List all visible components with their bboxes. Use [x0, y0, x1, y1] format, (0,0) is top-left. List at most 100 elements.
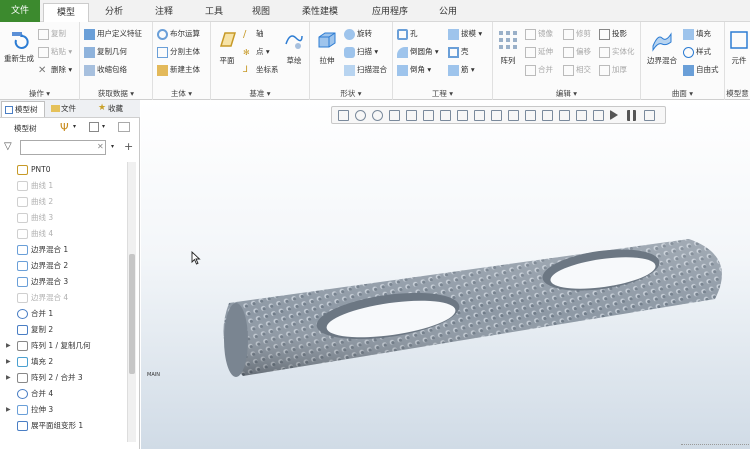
graphics-window[interactable]: MAIN	[141, 100, 750, 449]
extrude-button[interactable]: 拉伸	[313, 28, 341, 66]
boundary-blend-button[interactable]: 边界混合	[644, 28, 680, 66]
fill-button[interactable]: 填充	[683, 27, 711, 41]
tree-item-label: 曲线 1	[31, 181, 54, 190]
mirror-button[interactable]: 镜像	[525, 27, 553, 41]
chevron-down-icon[interactable]: ▾	[111, 143, 114, 150]
menu-tab-file[interactable]: 文件	[0, 0, 40, 22]
pattern-button[interactable]: 阵列	[496, 28, 520, 66]
scrollbar-thumb[interactable]	[129, 254, 135, 374]
regenerate-button[interactable]: 重新生成	[2, 26, 36, 64]
menu-tab-model[interactable]: 模型	[43, 3, 89, 22]
filter-input[interactable]	[20, 140, 106, 155]
menu-tab-view[interactable]: 视图	[241, 3, 281, 22]
menu-tab-applications[interactable]: 应用程序	[360, 3, 420, 22]
tab-favorites[interactable]: ★ 收藏	[95, 101, 139, 117]
ribbon-group-label[interactable]: 获取数据 ▾	[80, 88, 152, 99]
point-button[interactable]: ✻ 点 ▾	[243, 45, 270, 59]
ribbon-group-label[interactable]: 操作 ▾	[0, 88, 79, 99]
udf-button[interactable]: 用户定义特征	[84, 27, 142, 41]
tab-folder-browser[interactable]: 文件	[48, 101, 92, 117]
ribbon-group-label[interactable]: 编辑 ▾	[493, 88, 640, 99]
ribbon: 重新生成 复制 粘贴 ▾ ✕ 删除 ▾ 操作 ▾ 用户定义特征 复制几何 收缩包络…	[0, 22, 750, 100]
tree-settings-icon[interactable]: Ψ	[60, 121, 70, 134]
add-icon[interactable]: +	[124, 140, 133, 153]
split-body-button[interactable]: 分割主体	[157, 45, 200, 59]
freestyle-label: 自由式	[696, 65, 719, 74]
tree-item[interactable]: 展平面组变形 1	[0, 418, 128, 434]
round-button[interactable]: 倒圆角 ▾	[397, 45, 439, 59]
swept-blend-button[interactable]: 扫描混合	[344, 63, 387, 77]
solidify-button[interactable]: 实体化	[599, 45, 635, 59]
tree-item[interactable]: 合并 4	[0, 386, 128, 402]
axis-button[interactable]: / 轴	[243, 27, 264, 41]
menu-tab-annotate[interactable]: 注释	[144, 3, 184, 22]
expand-arrow-icon[interactable]: ▶	[6, 338, 11, 354]
hole-button[interactable]: 孔	[397, 27, 418, 41]
freestyle-button[interactable]: 自由式	[683, 63, 719, 77]
trim-button[interactable]: 修剪	[563, 27, 591, 41]
tree-item[interactable]: 边界混合 4	[0, 290, 128, 306]
boolean-button[interactable]: 布尔运算	[157, 27, 200, 41]
shrinkwrap-button[interactable]: 收缩包络	[84, 63, 127, 77]
tree-item[interactable]: 曲线 3	[0, 210, 128, 226]
expand-arrow-icon[interactable]: ▶	[6, 402, 11, 418]
expand-arrow-icon[interactable]: ▶	[6, 354, 11, 370]
draft-button[interactable]: 拔模 ▾	[448, 27, 482, 41]
tree-item[interactable]: 曲线 4	[0, 226, 128, 242]
extend-button[interactable]: 延伸	[525, 45, 553, 59]
udf-label: 用户定义特征	[97, 29, 142, 38]
shell-button[interactable]: 壳	[448, 45, 469, 59]
ribbon-group-label[interactable]: 曲面 ▾	[641, 88, 724, 99]
tree-item[interactable]: 曲线 2	[0, 194, 128, 210]
style-button[interactable]: 样式	[683, 45, 711, 59]
tree-item[interactable]: ▶ 阵列 2 / 合并 3	[0, 370, 128, 386]
menu-tab-common[interactable]: 公用	[428, 3, 468, 22]
ribbon-group-label[interactable]: 主体 ▾	[153, 88, 210, 99]
tree-item[interactable]: 边界混合 2	[0, 258, 128, 274]
offset-button[interactable]: 偏移	[563, 45, 591, 59]
tab-model-tree[interactable]: 模型树	[1, 101, 45, 117]
expand-arrow-icon[interactable]: ▶	[6, 370, 11, 386]
paste-button[interactable]: 粘贴 ▾	[38, 45, 72, 59]
chevron-down-icon[interactable]: ▾	[102, 123, 105, 130]
copy-button[interactable]: 复制	[38, 27, 66, 41]
menu-tab-analysis[interactable]: 分析	[94, 3, 134, 22]
menu-tab-tools[interactable]: 工具	[194, 3, 234, 22]
revolve-button[interactable]: 旋转	[344, 27, 372, 41]
plane-label: 平面	[219, 56, 235, 65]
ribbon-group-label[interactable]: 模型意	[725, 88, 750, 99]
chamfer-button[interactable]: 倒角 ▾	[397, 63, 431, 77]
rib-button[interactable]: 筋 ▾	[448, 63, 475, 77]
chevron-down-icon[interactable]: ▾	[73, 123, 76, 130]
tree-item[interactable]: ▶ 拉伸 3	[0, 402, 128, 418]
tree-item[interactable]: 合并 1	[0, 306, 128, 322]
sketch-button[interactable]: 草绘	[281, 28, 307, 66]
plane-button[interactable]: 平面	[213, 28, 241, 66]
show-icon[interactable]	[89, 122, 99, 132]
new-body-button[interactable]: 新建主体	[157, 63, 200, 77]
tree-item[interactable]: 曲线 1	[0, 178, 128, 194]
merge-button[interactable]: 合并	[525, 63, 553, 77]
clear-icon[interactable]: ✕	[97, 142, 104, 151]
ribbon-group-label[interactable]: 工程 ▾	[393, 88, 492, 99]
ribbon-group-label[interactable]: 基准 ▾	[211, 88, 309, 99]
delete-button[interactable]: ✕ 删除 ▾	[38, 63, 72, 77]
tree-item[interactable]: ▶ 阵列 1 / 复制几何	[0, 338, 128, 354]
cylinder-model[interactable]	[141, 100, 750, 449]
copy-geometry-button[interactable]: 复制几何	[84, 45, 127, 59]
tree-item[interactable]: 复制 2	[0, 322, 128, 338]
tree-scrollbar[interactable]	[127, 162, 136, 442]
tree-item[interactable]: ▶ 填充 2	[0, 354, 128, 370]
sweep-button[interactable]: 扫描 ▾	[344, 45, 378, 59]
component-button[interactable]: 元件	[727, 28, 750, 66]
tree-item[interactable]: 边界混合 3	[0, 274, 128, 290]
intersect-button[interactable]: 相交	[563, 63, 591, 77]
thicken-button[interactable]: 加厚	[599, 63, 627, 77]
project-button[interactable]: 投影	[599, 27, 627, 41]
ribbon-group-label[interactable]: 形状 ▾	[310, 88, 392, 99]
columns-icon[interactable]	[118, 122, 130, 132]
csys-button[interactable]: ⅃ 坐标系	[243, 63, 279, 77]
tree-item[interactable]: 边界混合 1	[0, 242, 128, 258]
tree-item[interactable]: PNT0	[0, 162, 128, 178]
menu-tab-flexible-modeling[interactable]: 柔性建模	[290, 3, 350, 22]
